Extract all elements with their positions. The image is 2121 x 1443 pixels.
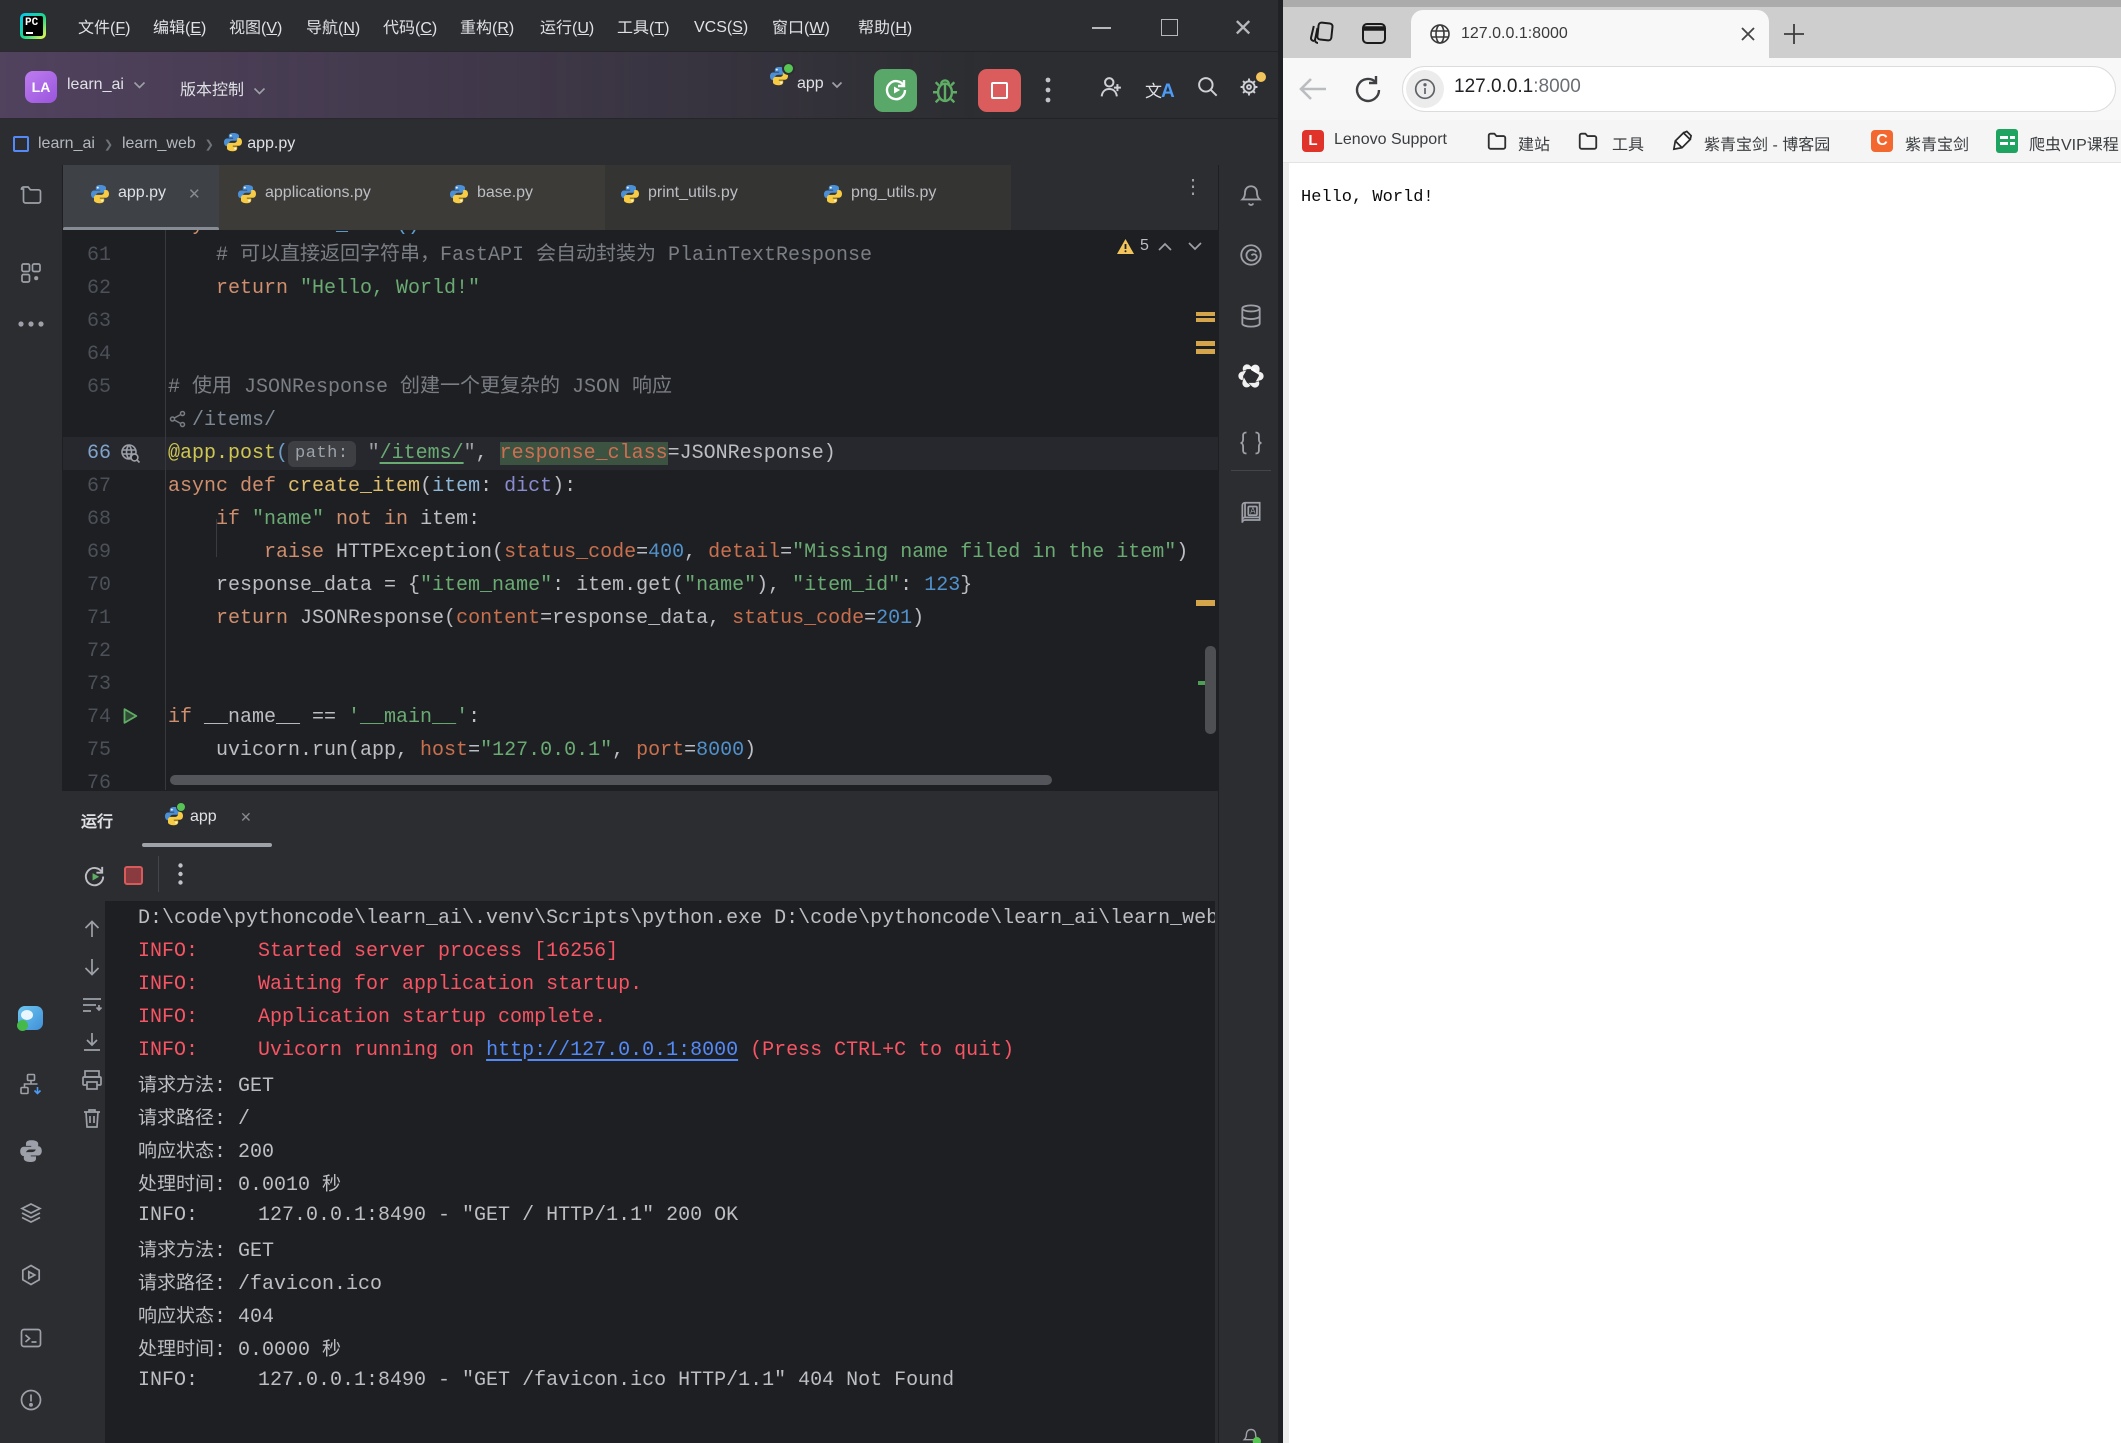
svg-text:A: A — [1250, 507, 1256, 516]
